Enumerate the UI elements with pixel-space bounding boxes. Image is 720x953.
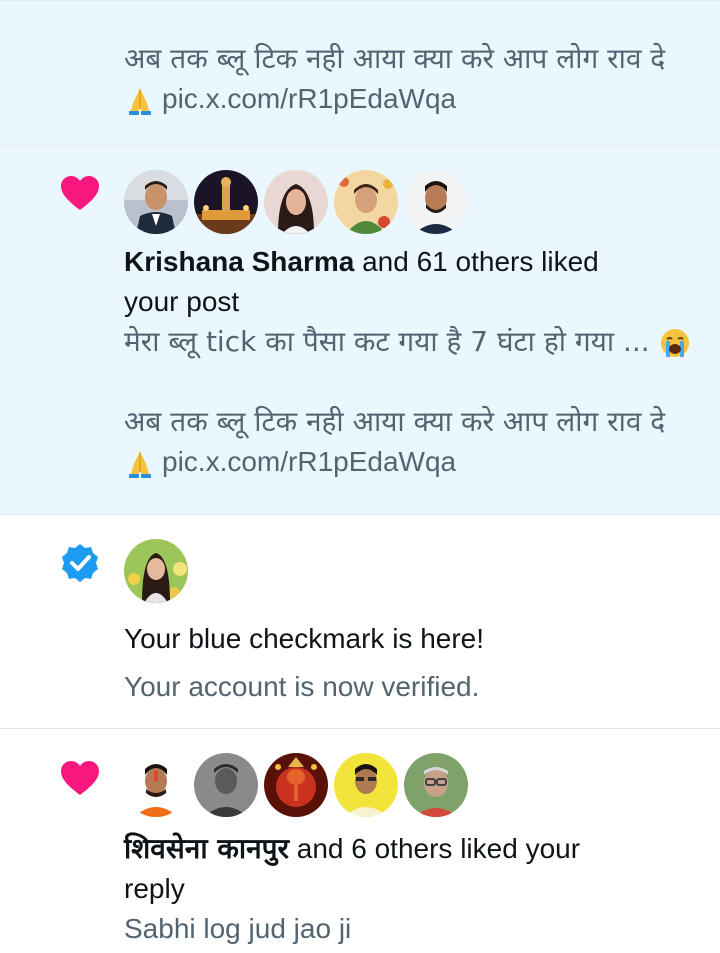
like-summary: Krishana Sharma and 61 others liked your… <box>124 242 700 482</box>
avatar[interactable] <box>404 170 468 234</box>
avatar[interactable] <box>124 170 188 234</box>
folded-hands-icon <box>124 85 156 117</box>
avatar[interactable] <box>124 539 188 603</box>
tweet-link-line: pic.x.com/rR1pEdaWqa <box>124 79 700 119</box>
post-preview-text: मेरा ब्लू tick का पैसा कट गया है 7 घंटा … <box>124 325 650 358</box>
actor-name[interactable]: शिवसेना कानपुर <box>124 832 289 865</box>
notification-tweet-continuation[interactable]: अब तक ब्लू टिक नही आया क्या करे आप लोग र… <box>0 0 720 146</box>
like-action-continued: your post <box>124 286 240 317</box>
like-summary: शिवसेना कानपुर and 6 others liked your r… <box>124 829 700 949</box>
account-avatar <box>124 539 188 603</box>
tweet-link[interactable]: pic.x.com/rR1pEdaWqa <box>162 83 456 114</box>
like-action: and 61 others liked <box>354 246 599 277</box>
avatar[interactable] <box>264 753 328 817</box>
avatar[interactable] <box>334 170 398 234</box>
notification-verified[interactable]: Your blue checkmark is here! Your accoun… <box>0 515 720 729</box>
reply-preview: Sabhi log jud jao ji <box>124 913 352 944</box>
tweet-text: अब तक ब्लू टिक नही आया क्या करे आप लोग र… <box>124 39 700 119</box>
avatar[interactable] <box>124 753 188 817</box>
crying-face-icon <box>659 327 691 359</box>
avatar[interactable] <box>194 170 258 234</box>
liker-avatars <box>124 170 468 234</box>
avatar[interactable] <box>404 753 468 817</box>
notification-like-reply[interactable]: शिवसेना कानपुर and 6 others liked your r… <box>0 729 720 953</box>
tweet-text-line: अब तक ब्लू टिक नही आया क्या करे आप लोग र… <box>124 42 666 75</box>
verified-title: Your blue checkmark is here! <box>124 623 485 654</box>
like-action: and 6 others liked your <box>288 833 581 864</box>
heart-icon <box>58 757 102 801</box>
like-action-continued: reply <box>124 873 185 904</box>
like-summary-line: Krishana Sharma and 61 others liked <box>124 242 700 282</box>
folded-hands-icon <box>124 448 156 480</box>
actor-name[interactable]: Krishana Sharma <box>124 246 354 277</box>
liker-avatars <box>124 753 468 817</box>
avatar[interactable] <box>264 170 328 234</box>
heart-icon <box>58 172 102 216</box>
post-text-line: अब तक ब्लू टिक नही आया क्या करे आप लोग र… <box>124 405 666 438</box>
post-link-line: pic.x.com/rR1pEdaWqa <box>124 442 700 482</box>
notification-like-post[interactable]: Krishana Sharma and 61 others liked your… <box>0 146 720 515</box>
avatar[interactable] <box>334 753 398 817</box>
verified-subtitle: Your account is now verified. <box>124 671 480 702</box>
verified-badge-icon <box>58 541 102 585</box>
avatar[interactable] <box>194 753 258 817</box>
verified-message: Your blue checkmark is here! Your accoun… <box>124 617 700 713</box>
post-preview: मेरा ब्लू tick का पैसा कट गया है 7 घंटा … <box>124 322 700 362</box>
post-link[interactable]: pic.x.com/rR1pEdaWqa <box>162 446 456 477</box>
like-summary-line: शिवसेना कानपुर and 6 others liked your <box>124 829 700 869</box>
